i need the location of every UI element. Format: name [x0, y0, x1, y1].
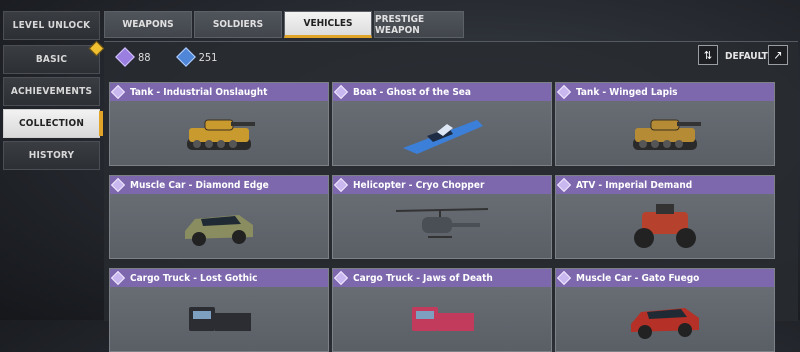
tab-prestige-weapon[interactable]: PRESTIGE WEAPON [374, 11, 464, 38]
helicopter-icon [333, 194, 551, 258]
sidebar-item-label: HISTORY [28, 150, 75, 161]
tab-weapons[interactable]: WEAPONS [104, 11, 192, 38]
sidebar-item-level-unlock[interactable]: LEVEL UNLOCK [3, 11, 100, 40]
vehicle-name: Muscle Car - Gato Fuego [576, 272, 700, 284]
truck-icon [333, 287, 551, 351]
rarity-icon [333, 84, 349, 100]
vehicle-name: Cargo Truck - Jaws of Death [353, 272, 493, 284]
vehicle-card[interactable]: Helicopter - Cryo Chopper [332, 175, 552, 259]
tab-label: WEAPONS [122, 19, 174, 30]
vehicle-card[interactable]: Muscle Car - Gato Fuego [555, 268, 775, 352]
vehicle-name: ATV - Imperial Demand [576, 179, 693, 191]
tab-label: PRESTIGE WEAPON [375, 13, 425, 36]
tab-label: SOLDIERS [212, 19, 264, 30]
truck-icon [110, 287, 328, 351]
sidebar-item-label: LEVEL UNLOCK [12, 20, 91, 31]
car-icon [110, 194, 328, 258]
sort-icon: ⇅ [703, 48, 713, 62]
vehicle-card-title: Tank - Winged Lapis [556, 83, 774, 101]
atv-icon [556, 194, 774, 258]
sort-label: DEFAULT [725, 51, 768, 62]
vehicle-card[interactable]: Muscle Car - Diamond Edge [109, 175, 329, 259]
sidebar: LEVEL UNLOCK BASIC ACHIEVEMENTS COLLECTI… [3, 11, 105, 173]
vehicle-card-title: Muscle Car - Gato Fuego [556, 269, 774, 287]
blue-diamond-icon [175, 47, 196, 67]
sidebar-item-label: COLLECTION [18, 118, 85, 129]
currency-bar: 88 251 [115, 47, 245, 67]
category-tabs: WEAPONS SOLDIERS VEHICLES PRESTIGE WEAPO… [104, 11, 464, 38]
rarity-icon [556, 270, 572, 286]
vehicle-card[interactable]: ATV - Imperial Demand [555, 175, 775, 259]
rarity-icon [556, 177, 572, 193]
purple-diamond-icon [115, 47, 135, 67]
sidebar-item-history[interactable]: HISTORY [3, 141, 100, 170]
vehicle-card-title: Cargo Truck - Jaws of Death [333, 269, 551, 287]
tank-icon [556, 101, 774, 165]
share-icon: ↗ [773, 48, 783, 62]
vehicle-card[interactable]: Cargo Truck - Jaws of Death [332, 268, 552, 352]
vehicle-name: Tank - Winged Lapis [576, 86, 678, 98]
vehicle-card[interactable]: Cargo Truck - Lost Gothic [109, 268, 329, 352]
currency-value: 251 [198, 50, 218, 64]
currency-item: 251 [175, 47, 218, 67]
vehicle-card-title: ATV - Imperial Demand [556, 176, 774, 194]
tab-soldiers[interactable]: SOLDIERS [194, 11, 282, 38]
tank-icon [110, 101, 328, 165]
vehicle-card[interactable]: Boat - Ghost of the Sea [332, 82, 552, 166]
currency-item: 88 [115, 47, 151, 67]
vehicle-card-title: Tank - Industrial Onslaught [110, 83, 328, 101]
sidebar-item-achievements[interactable]: ACHIEVEMENTS [3, 77, 100, 106]
rarity-icon [333, 177, 349, 193]
vehicle-card-title: Muscle Car - Diamond Edge [110, 176, 328, 194]
rarity-icon [110, 177, 126, 193]
car-icon [556, 287, 774, 351]
currency-value: 88 [138, 50, 151, 64]
tab-label: VEHICLES [303, 18, 353, 29]
vehicle-name: Helicopter - Cryo Chopper [353, 179, 485, 191]
boat-icon [333, 101, 551, 165]
vehicle-card-title: Boat - Ghost of the Sea [333, 83, 551, 101]
vehicle-card[interactable]: Tank - Winged Lapis [555, 82, 775, 166]
vehicle-card-title: Cargo Truck - Lost Gothic [110, 269, 328, 287]
tab-vehicles[interactable]: VEHICLES [284, 11, 372, 38]
rarity-icon [110, 84, 126, 100]
sidebar-item-basic[interactable]: BASIC [3, 40, 105, 74]
vehicle-name: Cargo Truck - Lost Gothic [130, 272, 258, 284]
vehicle-card[interactable]: Tank - Industrial Onslaught [109, 82, 329, 166]
sort-button[interactable]: ⇅ [698, 45, 718, 65]
sidebar-item-collection[interactable]: COLLECTION [3, 109, 103, 138]
vehicle-name: Boat - Ghost of the Sea [353, 86, 471, 98]
sidebar-item-label: BASIC [35, 54, 68, 65]
vehicle-card-title: Helicopter - Cryo Chopper [333, 176, 551, 194]
vehicle-name: Tank - Industrial Onslaught [130, 86, 268, 98]
rarity-icon [556, 84, 572, 100]
sidebar-item-label: ACHIEVEMENTS [10, 86, 93, 97]
share-button[interactable]: ↗ [768, 45, 788, 65]
vehicle-name: Muscle Car - Diamond Edge [130, 179, 269, 191]
rarity-icon [110, 270, 126, 286]
rarity-icon [333, 270, 349, 286]
